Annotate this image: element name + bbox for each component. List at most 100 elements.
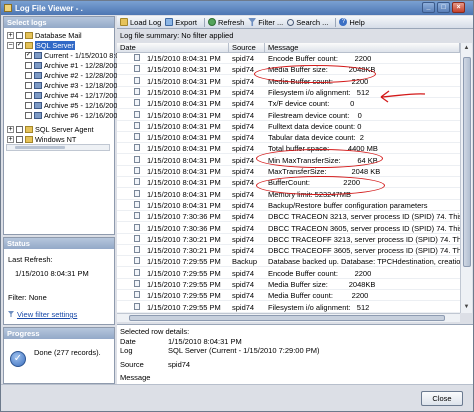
checkbox[interactable] [25, 82, 32, 89]
column-header-message[interactable]: Message [265, 43, 460, 53]
table-row[interactable]: 1/15/2010 8:04:31 PM spid74 BufferCount: 2… [117, 177, 460, 189]
collapse-icon[interactable]: − [7, 42, 14, 49]
details-date-row: Date 1/15/2010 8:04:31 PM [120, 337, 242, 346]
log-grid[interactable]: Date Source Message 1/15/2010 8:04:31 PM… [117, 43, 460, 313]
scroll-down-arrow-icon[interactable]: ▼ [461, 302, 472, 312]
table-row[interactable]: 1/15/2010 8:04:31 PM spid74 Total buffer s… [117, 143, 460, 155]
close-window-button[interactable]: × [452, 2, 465, 13]
log-entry-icon [134, 54, 140, 61]
log-entry-icon [134, 110, 140, 118]
tree-item[interactable]: + Database Mail [7, 31, 82, 40]
horizontal-scroll-thumb[interactable] [129, 315, 445, 321]
details-message-row: Message [120, 373, 151, 382]
table-row[interactable]: 1/15/2010 7:30:36 PM spid74 DBCC TRACEON 3… [117, 211, 460, 223]
selected-row-details: Selected row details: Date 1/15/2010 8:0… [117, 324, 473, 384]
view-filter-settings-link[interactable]: View filter settings [17, 310, 77, 319]
checkbox[interactable] [25, 112, 32, 119]
cell-date: 1/15/2010 7:30:21 PM [147, 234, 221, 244]
cell-date: 1/15/2010 8:04:31 PM [147, 65, 221, 75]
log-file-icon [34, 92, 42, 99]
log-summary: Log file summary: No filter applied [120, 31, 234, 40]
cell-date: 1/15/2010 7:29:55 PM [147, 280, 221, 289]
tree-item[interactable]: + Windows NT [7, 135, 76, 144]
log-file-icon [34, 52, 42, 59]
help-button[interactable]: ? Help [339, 18, 365, 27]
expand-icon[interactable]: + [7, 136, 14, 143]
progress-header: Progress [4, 328, 114, 339]
cell-date: 1/15/2010 8:04:31 PM [147, 144, 221, 154]
checkbox[interactable] [25, 72, 32, 79]
log-entry-icon [134, 212, 140, 220]
scroll-thumb[interactable] [463, 57, 471, 267]
export-button[interactable]: Export [165, 18, 197, 27]
refresh-button[interactable]: Refresh [207, 18, 244, 27]
checkbox[interactable] [25, 92, 32, 99]
grid-horizontal-scrollbar[interactable] [117, 313, 460, 322]
table-row[interactable]: 1/15/2010 7:29:55 PM spid74 Media Buffer c… [117, 290, 460, 302]
table-row[interactable]: 1/15/2010 8:04:31 PM spid74 Tabular data d… [117, 132, 460, 144]
table-row[interactable]: 1/15/2010 8:04:31 PM spid74 Media Buffer s… [117, 64, 460, 76]
table-row[interactable]: 1/15/2010 8:04:31 PM spid74 Media Buffer c… [117, 76, 460, 87]
checkbox-checked[interactable]: ✓ [16, 42, 23, 49]
table-row[interactable]: 1/15/2010 8:04:31 PM spid74 Fulltext data … [117, 121, 460, 132]
table-row[interactable]: 1/15/2010 8:04:31 PM spid74 Filestream dev… [117, 110, 460, 121]
log-entry-icon [134, 121, 140, 129]
grid-vertical-scrollbar[interactable]: ▲ ▼ [460, 43, 472, 313]
table-row[interactable]: 1/15/2010 8:04:31 PM spid74 Tx/F device co… [117, 98, 460, 110]
table-row[interactable]: 1/15/2010 7:30:36 PM spid74 DBCC TRACEON 3… [117, 223, 460, 234]
checkbox[interactable] [16, 32, 23, 39]
table-row[interactable]: 1/15/2010 8:04:31 PM spid74 Encode Buffer … [117, 53, 460, 64]
cell-message: Tx/F device count: 0 [268, 99, 355, 109]
tree-scrollbar[interactable] [6, 144, 110, 151]
cell-message: MaxTransferSize: 2048 KB [268, 167, 381, 176]
load-log-button[interactable]: Load Log [120, 18, 161, 27]
checkbox[interactable] [25, 62, 32, 69]
table-row[interactable]: 1/15/2010 7:30:21 PM spid74 DBCC TRACEOFF … [117, 245, 460, 257]
table-row[interactable]: 1/15/2010 7:29:55 PM Backup Database backe… [117, 256, 460, 268]
checkbox[interactable] [16, 126, 23, 133]
table-row[interactable]: 1/15/2010 7:29:55 PM spid74 Filesystem i/o… [117, 302, 460, 313]
minimize-button[interactable]: _ [422, 2, 435, 13]
tree-item[interactable]: + SQL Server Agent [7, 125, 94, 134]
log-entry-icon [134, 65, 140, 73]
table-row[interactable]: 1/15/2010 7:30:21 PM spid74 DBCC TRACEOFF … [117, 234, 460, 245]
log-entry-icon [134, 144, 140, 152]
checkbox-checked[interactable]: ✓ [25, 52, 32, 59]
table-row[interactable]: 1/15/2010 8:04:31 PM spid74 Backup/Restore… [117, 200, 460, 211]
log-entry-icon [134, 291, 140, 299]
tree-item[interactable]: − ✓ SQL Server [7, 41, 75, 50]
search-button[interactable]: Search ... [287, 18, 328, 27]
table-row[interactable]: 1/15/2010 7:29:55 PM spid74 Encode Buffer … [117, 268, 460, 279]
table-row[interactable]: 1/15/2010 8:04:31 PM spid74 Min MaxTransfe… [117, 155, 460, 166]
last-refresh-label: Last Refresh: [8, 255, 53, 264]
cell-source: spid74 [232, 200, 255, 210]
tree-item[interactable]: Archive #5 - 12/16/2009 [25, 101, 121, 110]
cell-source: spid74 [232, 302, 255, 312]
tree-item[interactable]: Archive #3 - 12/18/2009 [25, 81, 121, 90]
column-header-date[interactable]: Date [117, 43, 229, 53]
checkbox[interactable] [16, 136, 23, 143]
title-bar[interactable]: Log File Viewer - . _ □ × [1, 1, 473, 15]
checkbox[interactable] [25, 102, 32, 109]
tree-item[interactable]: Archive #1 - 12/28/2009 [25, 61, 121, 70]
expand-icon[interactable]: + [7, 32, 14, 39]
table-row[interactable]: 1/15/2010 8:04:31 PM spid74 MaxTransferSiz… [117, 166, 460, 177]
expand-icon[interactable]: + [7, 126, 14, 133]
cell-source: spid74 [232, 155, 255, 165]
cell-source: spid74 [232, 76, 255, 86]
search-icon [287, 18, 295, 26]
tree-item[interactable]: Archive #2 - 12/28/2009 [25, 71, 121, 80]
cell-source: spid74 [232, 144, 255, 154]
cell-message: Media Buffer size: 2048KB [268, 280, 376, 289]
close-button[interactable]: Close [421, 391, 463, 406]
maximize-button[interactable]: □ [437, 2, 450, 13]
table-row[interactable]: 1/15/2010 8:04:31 PM spid74 Memory limit: … [117, 189, 460, 200]
cell-source: spid74 [232, 223, 255, 233]
table-row[interactable]: 1/15/2010 7:29:55 PM spid74 Media Buffer s… [117, 279, 460, 290]
table-row[interactable]: 1/15/2010 8:04:31 PM spid74 Filesystem i/o… [117, 87, 460, 98]
filter-button[interactable]: Filter ... [248, 18, 283, 27]
scroll-up-arrow-icon[interactable]: ▲ [461, 43, 472, 53]
column-header-source[interactable]: Source [229, 43, 265, 53]
tree-item[interactable]: Archive #6 - 12/16/2009 [25, 111, 121, 120]
tree-item[interactable]: Archive #4 - 12/17/2009 [25, 91, 121, 100]
